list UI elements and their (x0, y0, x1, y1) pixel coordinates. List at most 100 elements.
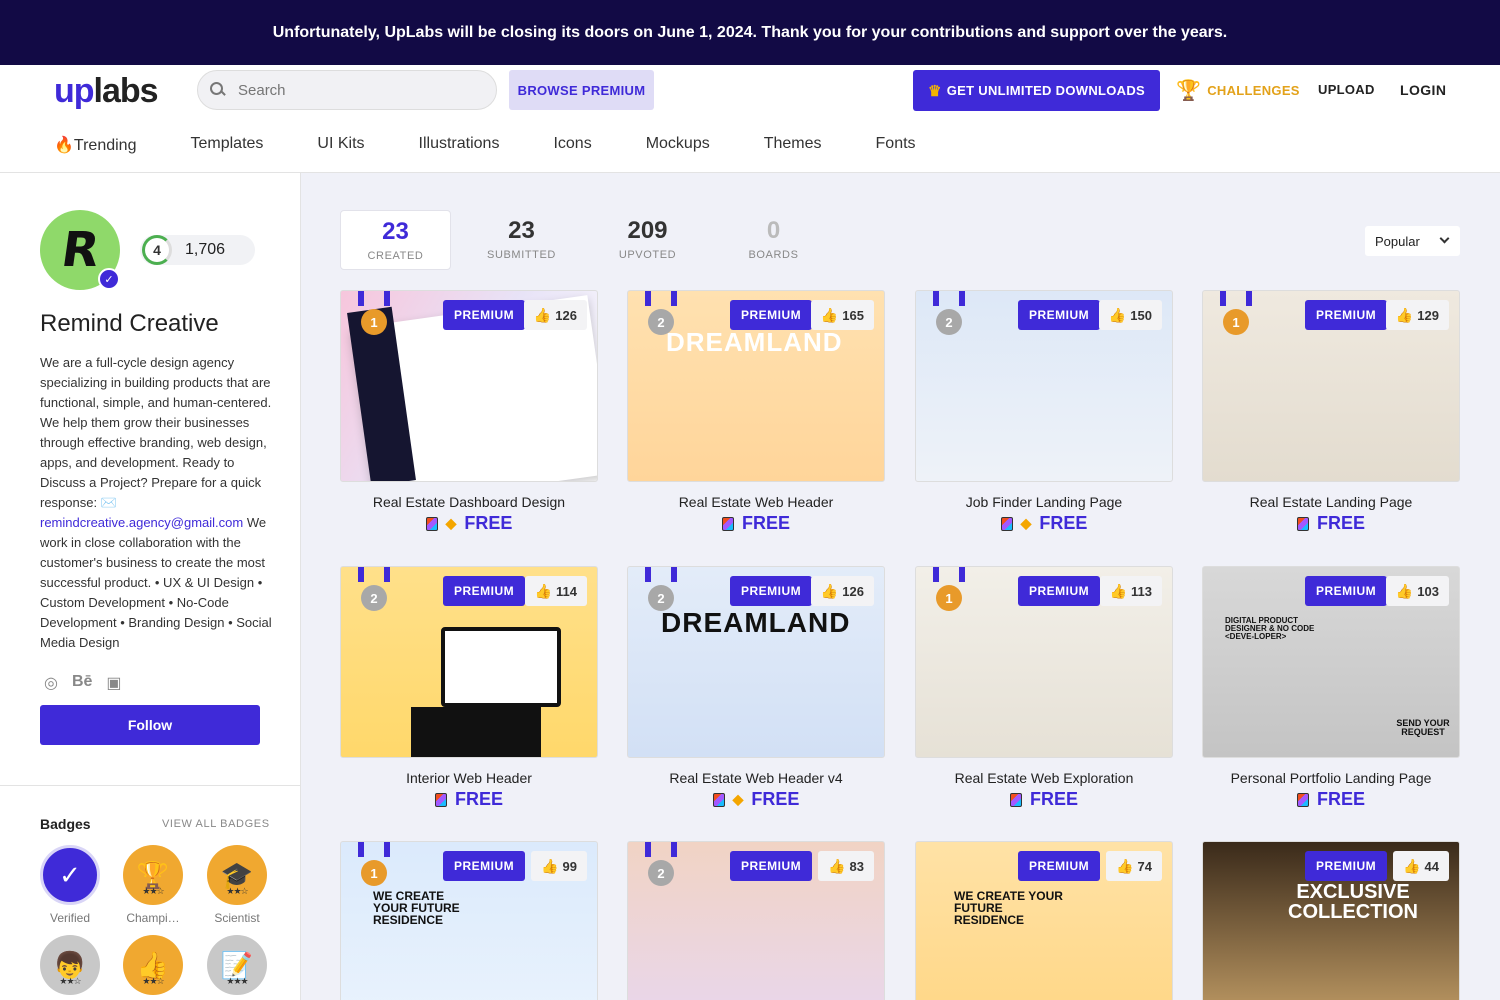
social-links: ◎ Bē ▣ (44, 673, 136, 693)
challenges-link[interactable]: 🏆 CHALLENGES (1176, 77, 1300, 103)
view-all-badges-link[interactable]: VIEW ALL BADGES (162, 818, 270, 830)
shot-thumbnail[interactable]: 1 PREMIUM 👍 126 (340, 290, 598, 482)
nav-illustrations[interactable]: Illustrations (419, 135, 500, 155)
shot-card[interactable]: 1 PREMIUM 👍 129 Real Estate Landing Page … (1202, 290, 1460, 534)
premium-badge: PREMIUM (730, 300, 813, 330)
shot-thumbnail[interactable]: WE CREATE YOUR FUTURE RESIDENCE 1 PREMIU… (340, 841, 598, 1000)
shot-thumbnail[interactable]: 2 PREMIUM 👍 114 (340, 566, 598, 758)
shot-thumbnail[interactable]: DREAMLAND 2 PREMIUM 👍 126 (627, 566, 885, 758)
shot-card[interactable]: WE CREATE YOUR FUTURE RESIDENCE PREMIUM … (915, 841, 1173, 1000)
nav-mockups[interactable]: Mockups (646, 135, 710, 155)
shot-thumbnail[interactable]: DREAMLAND 2 PREMIUM 👍 165 (627, 290, 885, 482)
thumb-headline: EXCLUSIVE COLLECTION (1288, 881, 1418, 923)
nav-icons[interactable]: Icons (553, 135, 591, 155)
shot-title[interactable]: Job Finder Landing Page (915, 494, 1173, 510)
like-count[interactable]: 👍 83 (818, 851, 874, 881)
badge-notepad[interactable]: 📝 ★★★ (195, 935, 279, 995)
sort-dropdown[interactable]: Popular (1365, 226, 1460, 256)
shot-thumbnail[interactable]: DIGITAL PRODUCT DESIGNER & NO CODE <DEVE… (1202, 566, 1460, 758)
like-count[interactable]: 👍 129 (1385, 300, 1449, 330)
search-box[interactable] (197, 70, 497, 110)
tab-submitted[interactable]: 23 SUBMITTED (466, 210, 577, 270)
follow-button[interactable]: Follow (40, 705, 260, 745)
ribbon-icon (358, 291, 390, 306)
email-link[interactable]: remindcreative.agency@gmail.com (40, 515, 243, 530)
crown-icon: ♛ (927, 82, 942, 100)
figma-icon (1000, 516, 1013, 531)
verified-check-icon: ✓ (98, 268, 120, 290)
shot-card[interactable]: 2 PREMIUM 👍 114 Interior Web Header FREE (340, 566, 598, 810)
like-count[interactable]: 👍 44 (1393, 851, 1449, 881)
shot-card[interactable]: 1 PREMIUM 👍 113 Real Estate Web Explorati… (915, 566, 1173, 810)
nav-trending[interactable]: 🔥Trending (54, 135, 136, 155)
uplabs-logo[interactable]: uplabs (54, 73, 159, 109)
shot-thumbnail[interactable]: 1 PREMIUM 👍 129 (1202, 290, 1460, 482)
browse-premium-button[interactable]: BROWSE PREMIUM (509, 70, 654, 110)
like-count[interactable]: 👍 99 (531, 851, 587, 881)
shot-card[interactable]: 2 PREMIUM 👍 150 Job Finder Landing Page ◆… (915, 290, 1173, 534)
shot-thumbnail[interactable]: 1 PREMIUM 👍 113 (915, 566, 1173, 758)
like-count[interactable]: 👍 103 (1385, 576, 1449, 606)
shot-thumbnail[interactable]: 2 PREMIUM 👍 83 (627, 841, 885, 1000)
figma-icon (721, 516, 734, 531)
shot-title[interactable]: Real Estate Dashboard Design (340, 494, 598, 510)
like-count[interactable]: 👍 114 (524, 576, 587, 606)
behance-icon[interactable]: Bē (72, 673, 92, 693)
tab-boards[interactable]: 0 BOARDS (718, 210, 829, 270)
get-unlimited-downloads-button[interactable]: ♛ GET UNLIMITED DOWNLOADS (913, 70, 1160, 111)
thumbs-up-icon: 👍 (828, 857, 846, 874)
bio-text-1: We are a full-cycle design agency specia… (40, 355, 272, 510)
thumbs-up-icon: 👍 (820, 582, 839, 599)
like-count[interactable]: 👍 126 (810, 576, 874, 606)
likes-value: 150 (1130, 307, 1152, 323)
search-input[interactable] (238, 81, 458, 99)
nav-themes[interactable]: Themes (764, 135, 822, 155)
nav-fonts[interactable]: Fonts (876, 135, 916, 155)
shot-card[interactable]: DIGITAL PRODUCT DESIGNER & NO CODE <DEVE… (1202, 566, 1460, 810)
checkmark-icon: ✓ (40, 845, 100, 905)
thumb-headline: DREAMLAND (661, 607, 851, 638)
shot-title[interactable]: Interior Web Header (340, 770, 598, 786)
shot-thumbnail[interactable]: WE CREATE YOUR FUTURE RESIDENCE PREMIUM … (915, 841, 1173, 1000)
ribbon-icon (358, 567, 390, 582)
badge-champion[interactable]: 🏆 ★★☆ Champi… (111, 845, 195, 925)
shot-title[interactable]: Real Estate Landing Page (1202, 494, 1460, 510)
tab-upvoted[interactable]: 209 UPVOTED (592, 210, 703, 270)
shot-card[interactable]: 1 PREMIUM 👍 126 Real Estate Dashboard Des… (340, 290, 598, 534)
dribbble-icon[interactable]: ◎ (44, 673, 58, 693)
badge-person[interactable]: 👦 ★★☆ (28, 935, 112, 995)
shot-title[interactable]: Real Estate Web Exploration (915, 770, 1173, 786)
badge-thumbs-up[interactable]: 👍 ★★☆ (111, 935, 195, 995)
instagram-icon[interactable]: ▣ (106, 673, 121, 693)
shot-thumbnail[interactable]: 2 PREMIUM 👍 150 (915, 290, 1173, 482)
login-link[interactable]: LOGIN (1400, 82, 1446, 98)
shot-card[interactable]: WE CREATE YOUR FUTURE RESIDENCE 1 PREMIU… (340, 841, 598, 1000)
premium-badge: PREMIUM (1018, 576, 1101, 606)
avatar[interactable]: R ✓ (40, 210, 120, 290)
shot-card[interactable]: EXCLUSIVE COLLECTION PREMIUM 👍 44 (1202, 841, 1460, 1000)
like-count[interactable]: 👍 74 (1106, 851, 1162, 881)
shot-card[interactable]: DREAMLAND 2 PREMIUM 👍 165 Real Estate Web… (627, 290, 885, 534)
thumbs-up-icon: 👍 (820, 306, 839, 323)
nav-ui-kits[interactable]: UI Kits (317, 135, 364, 155)
like-count[interactable]: 👍 150 (1098, 300, 1162, 330)
badge-scientist[interactable]: 🎓 ★★☆ Scientist (195, 845, 279, 925)
upload-link[interactable]: UPLOAD (1318, 82, 1375, 97)
medal-icon: 1 (1223, 309, 1249, 335)
shot-title[interactable]: Personal Portfolio Landing Page (1202, 770, 1460, 786)
like-count[interactable]: 👍 113 (1099, 576, 1162, 606)
shot-card[interactable]: 2 PREMIUM 👍 83 (627, 841, 885, 1000)
shot-title[interactable]: Real Estate Web Header v4 (627, 770, 885, 786)
profile-sidebar: R ✓ 4 1,706 Remind Creative We are a ful… (0, 173, 301, 1000)
ribbon-icon (358, 842, 390, 857)
shot-title[interactable]: Real Estate Web Header (627, 494, 885, 510)
like-count[interactable]: 👍 165 (810, 300, 874, 330)
nav-templates[interactable]: Templates (190, 135, 263, 155)
thumbs-up-icon: 👍 (541, 857, 559, 874)
like-count[interactable]: 👍 126 (523, 300, 587, 330)
free-label: FREE (464, 513, 513, 533)
badge-verified[interactable]: ✓ Verified (28, 845, 112, 925)
shot-thumbnail[interactable]: EXCLUSIVE COLLECTION PREMIUM 👍 44 (1202, 841, 1460, 1000)
shot-card[interactable]: DREAMLAND 2 PREMIUM 👍 126 Real Estate Web… (627, 566, 885, 810)
tab-created[interactable]: 23 CREATED (340, 210, 451, 270)
